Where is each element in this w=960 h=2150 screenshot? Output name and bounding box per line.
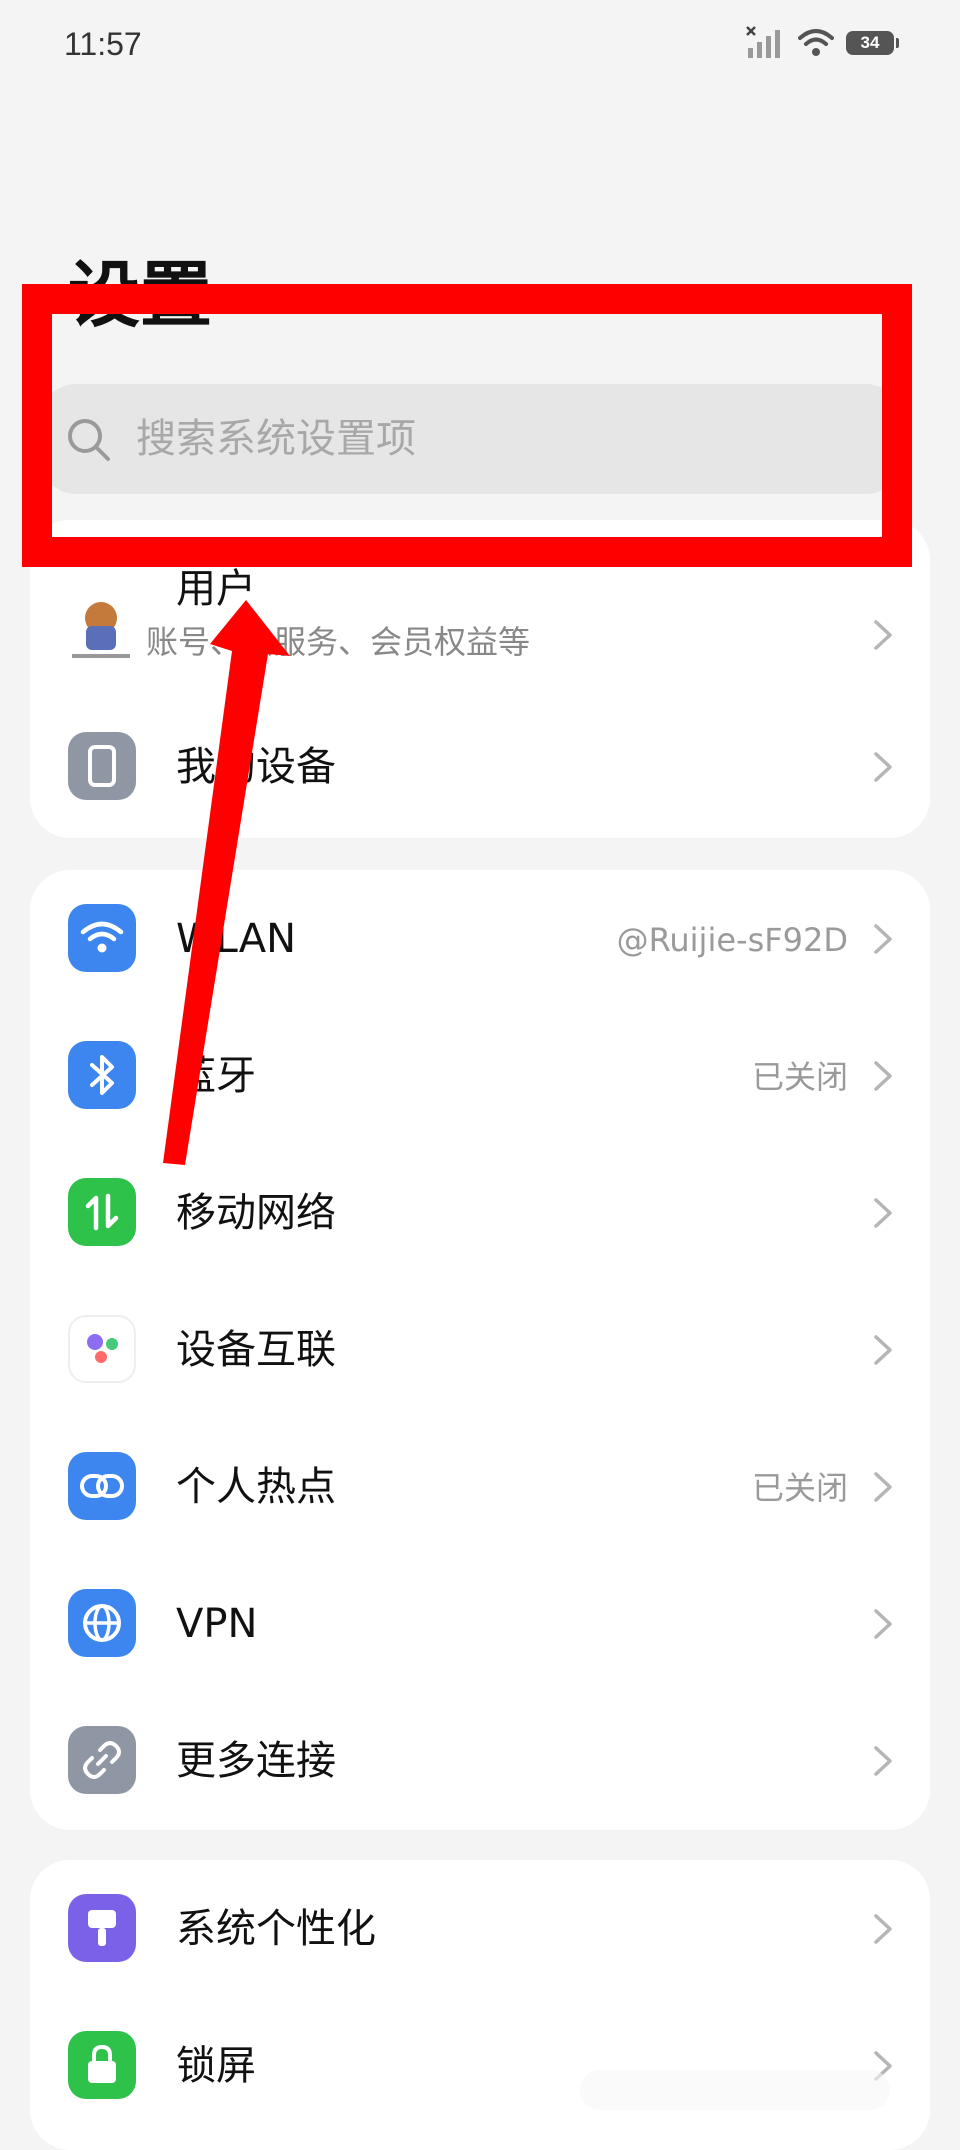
search-icon xyxy=(68,419,110,461)
sidebar-item-wlan[interactable]: WLAN @Ruijie-sF92D xyxy=(30,870,930,1007)
search-placeholder: 搜索系统设置项 xyxy=(136,416,416,462)
item-label: VPN xyxy=(176,1601,258,1647)
lock-icon xyxy=(68,2031,136,2099)
home-indicator xyxy=(580,2070,890,2110)
chevron-right-icon xyxy=(874,1335,892,1365)
page-title: 设置 xyxy=(68,253,213,337)
item-label: 锁屏 xyxy=(176,2043,256,2089)
sidebar-item-my-device[interactable]: 我的设备 xyxy=(30,698,930,835)
account-card: 用户 我的设备 xyxy=(30,520,930,838)
globe-icon xyxy=(68,1589,136,1657)
item-value: 已关闭 xyxy=(751,1058,848,1096)
device-icon xyxy=(68,732,136,800)
chevron-right-icon xyxy=(874,752,892,782)
item-label: 更多连接 xyxy=(176,1738,336,1784)
status-bar: 11:57 34 xyxy=(0,0,960,96)
sidebar-item-hotspot[interactable]: 个人热点 已关闭 xyxy=(30,1418,930,1555)
mobile-data-icon xyxy=(68,1178,136,1246)
item-label: 我的设备 xyxy=(176,744,336,790)
chevron-right-icon xyxy=(874,620,892,650)
item-label: WLAN xyxy=(176,916,297,962)
link-icon xyxy=(68,1726,136,1794)
item-label: 移动网络 xyxy=(176,1190,336,1236)
avatar xyxy=(72,602,130,658)
account-subtitle: 账号、云服务、会员权益等 xyxy=(146,623,531,661)
connectivity-card: WLAN @Ruijie-sF92D 蓝牙 已关闭 移动网络 设备互联 个人热点… xyxy=(30,870,930,1830)
account-title: 用户 xyxy=(176,566,256,612)
chevron-right-icon xyxy=(874,1061,892,1091)
hotspot-icon xyxy=(68,1452,136,1520)
search-input[interactable]: 搜索系统设置项 xyxy=(40,384,902,494)
chevron-right-icon xyxy=(874,1198,892,1228)
item-label: 系统个性化 xyxy=(176,1906,376,1952)
bluetooth-icon xyxy=(68,1041,136,1109)
wifi-icon xyxy=(68,904,136,972)
sidebar-item-device-connect[interactable]: 设备互联 xyxy=(30,1281,930,1418)
status-time: 11:57 xyxy=(64,26,142,62)
item-value: @Ruijie-sF92D xyxy=(616,921,848,959)
item-value: 已关闭 xyxy=(751,1469,848,1507)
sidebar-item-lock-screen[interactable]: 锁屏 xyxy=(30,1997,930,2134)
sidebar-item-vpn[interactable]: VPN xyxy=(30,1555,930,1692)
sidebar-item-more-connections[interactable]: 更多连接 xyxy=(30,1692,930,1829)
sidebar-item-bluetooth[interactable]: 蓝牙 已关闭 xyxy=(30,1007,930,1144)
battery-icon: 34 xyxy=(846,31,899,55)
device-connect-icon xyxy=(68,1315,136,1383)
brush-icon xyxy=(68,1894,136,1962)
chevron-right-icon xyxy=(874,1472,892,1502)
signal-icon xyxy=(746,26,780,58)
wifi-status-icon xyxy=(798,29,834,56)
sidebar-item-personalization[interactable]: 系统个性化 xyxy=(30,1860,930,1997)
chevron-right-icon xyxy=(874,1914,892,1944)
item-label: 个人热点 xyxy=(176,1464,336,1510)
chevron-right-icon xyxy=(874,1609,892,1639)
chevron-right-icon xyxy=(874,924,892,954)
sidebar-item-mobile-network[interactable]: 移动网络 xyxy=(30,1144,930,1281)
item-label: 设备互联 xyxy=(176,1327,336,1373)
item-label: 蓝牙 xyxy=(176,1053,256,1099)
status-icons: 34 xyxy=(746,26,899,60)
chevron-right-icon xyxy=(874,1746,892,1776)
